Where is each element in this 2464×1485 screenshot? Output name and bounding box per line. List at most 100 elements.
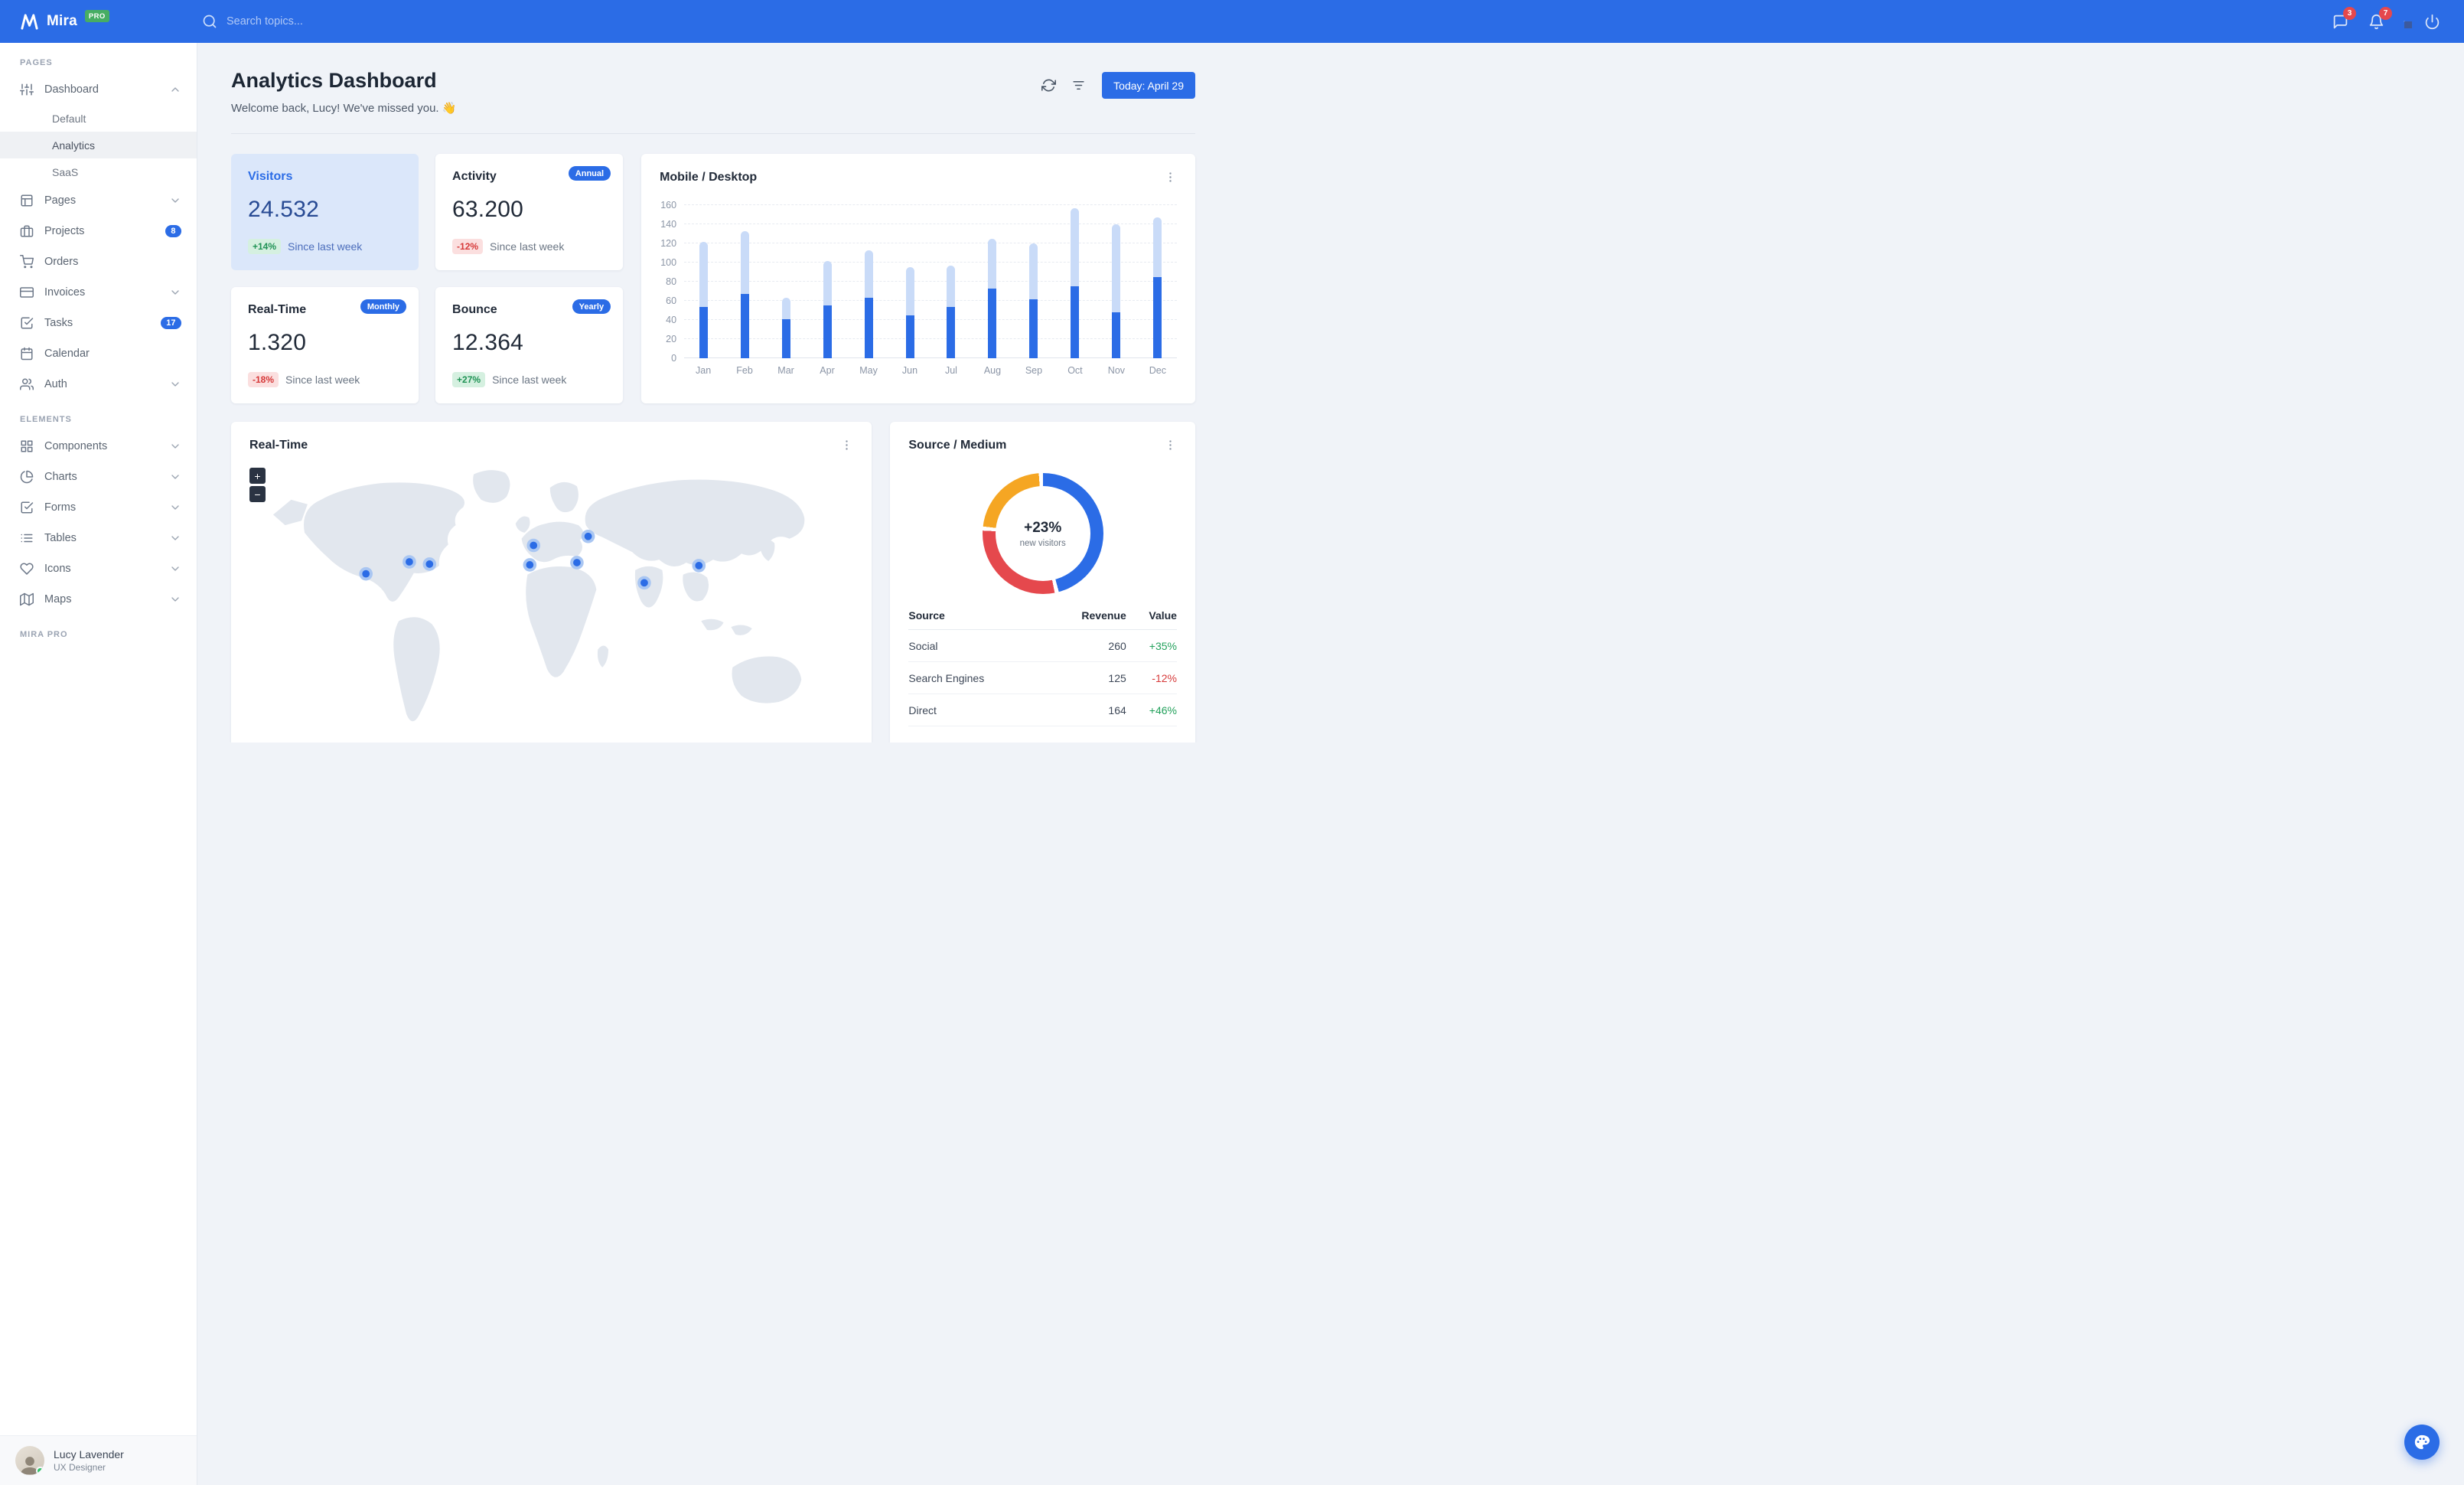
sidebar-item-dashboard[interactable]: Dashboard: [0, 74, 197, 105]
sidebar-item-icons[interactable]: Icons: [0, 553, 197, 584]
date-range-button[interactable]: Today: April 29: [1102, 72, 1195, 99]
cell-value: -12%: [1126, 661, 1177, 694]
map-marker[interactable]: [570, 556, 584, 570]
stat-title: Bounce: [452, 303, 497, 316]
bar-dec[interactable]: [1153, 217, 1162, 358]
table-header-source: Source: [908, 602, 1046, 630]
sidebar-item-calendar[interactable]: Calendar: [0, 338, 197, 369]
bar-jan[interactable]: [699, 241, 708, 358]
kebab-icon: [1169, 172, 1172, 182]
bar-mar[interactable]: [781, 298, 790, 358]
sidebar-section-pages: Pages: [20, 58, 53, 67]
sidebar-subitem-analytics[interactable]: Analytics: [0, 132, 197, 158]
notifications-count-badge: 7: [2379, 6, 2392, 20]
user-name: Lucy Lavender: [54, 1448, 124, 1461]
y-tick-label: 60: [666, 295, 677, 306]
header-actions: Today: April 29: [1036, 72, 1195, 99]
shopping-cart-icon: [20, 255, 34, 269]
filter-button[interactable]: [1066, 73, 1091, 98]
sidebar-item-tables[interactable]: Tables: [0, 523, 197, 553]
sidebar-subitem-saas[interactable]: SaaS: [0, 158, 197, 185]
stat-value: 63.200: [452, 197, 523, 222]
period-pill[interactable]: Yearly: [572, 299, 611, 314]
table-row[interactable]: Search Engines 125 -12%: [908, 661, 1177, 694]
sidebar-item-projects[interactable]: Projects 8: [0, 216, 197, 246]
sidebar-item-pages[interactable]: Pages: [0, 185, 197, 216]
x-tick-label: Sep: [1025, 365, 1043, 376]
sidebar-item-label: Projects: [44, 225, 85, 237]
mobile-segment: [1029, 299, 1038, 358]
x-tick-label: Jun: [901, 365, 918, 376]
map-marker[interactable]: [403, 555, 416, 569]
sign-out-button[interactable]: [2417, 7, 2447, 37]
map-marker[interactable]: [359, 566, 373, 581]
bar-oct[interactable]: [1071, 207, 1080, 358]
map-marker[interactable]: [523, 558, 537, 572]
sidebar-item-components[interactable]: Components: [0, 431, 197, 462]
world-map[interactable]: [231, 461, 872, 730]
donut-center-caption: new visitors: [1019, 538, 1066, 548]
chevron-down-icon: [171, 382, 179, 387]
palette-icon: [2414, 1434, 2430, 1450]
sidebar-item-invoices[interactable]: Invoices: [0, 277, 197, 308]
stat-caption: Since last week: [285, 374, 360, 386]
theme-settings-fab[interactable]: [2404, 1425, 2440, 1460]
period-pill[interactable]: Annual: [568, 166, 611, 181]
language-button[interactable]: [2397, 15, 2411, 28]
refresh-button[interactable]: [1036, 73, 1061, 98]
refresh-icon: [1041, 79, 1057, 92]
chevron-down-icon: [171, 198, 179, 203]
bar-feb[interactable]: [740, 230, 749, 358]
chevron-down-icon: [171, 536, 179, 540]
more-options-button[interactable]: [1162, 169, 1178, 185]
map-marker[interactable]: [637, 576, 651, 590]
bar-aug[interactable]: [988, 238, 997, 358]
calendar-icon: [21, 347, 33, 361]
sidebar-item-charts[interactable]: Charts: [0, 462, 197, 492]
map-marker[interactable]: [422, 557, 437, 571]
map-marker[interactable]: [581, 529, 595, 543]
sidebar-user[interactable]: Lucy Lavender UX Designer: [0, 1435, 197, 1485]
period-pill[interactable]: Monthly: [360, 299, 407, 314]
mobile-segment: [1153, 276, 1162, 358]
desktop-segment: [823, 260, 832, 306]
desktop-segment: [1153, 217, 1162, 277]
table-row[interactable]: Social 260 +35%: [908, 629, 1177, 662]
bar-jun[interactable]: [905, 267, 914, 358]
sidebar-item-auth[interactable]: Auth: [0, 369, 197, 400]
sidebar-item-tasks[interactable]: Tasks 17: [0, 308, 197, 338]
page-title: Analytics Dashboard: [231, 69, 437, 92]
cell-source: Social: [908, 629, 1046, 662]
notifications-button[interactable]: 7: [2361, 6, 2392, 37]
sidebar-item-maps[interactable]: Maps: [0, 584, 197, 615]
chevron-down-icon: [171, 444, 179, 449]
brand[interactable]: Mira PRO: [0, 10, 178, 31]
zoom-in-button[interactable]: +: [249, 468, 266, 484]
bar-sep[interactable]: [1029, 243, 1038, 358]
y-tick-label: 80: [666, 276, 677, 287]
x-tick-label: Mar: [777, 365, 794, 376]
sidebar-item-orders[interactable]: Orders: [0, 246, 197, 277]
map-marker[interactable]: [526, 538, 541, 553]
sidebar-item-label: Forms: [44, 501, 77, 514]
source-table: Source Revenue Value Social 260 +35% Search…: [908, 602, 1177, 726]
bar-nov[interactable]: [1112, 224, 1121, 358]
sidebar: Pages Dashboard Default Analytics SaaS P…: [0, 43, 197, 1485]
sidebar-item-forms[interactable]: Forms: [0, 492, 197, 523]
mobile-segment: [823, 305, 832, 358]
bar-may[interactable]: [864, 250, 873, 358]
messages-button[interactable]: 3: [2325, 6, 2356, 37]
search-input[interactable]: [227, 15, 403, 28]
bar-jul[interactable]: [947, 265, 956, 358]
mobile-segment: [947, 306, 956, 358]
more-options-button[interactable]: [1162, 437, 1178, 453]
sidebar-subitem-default[interactable]: Default: [0, 105, 197, 132]
more-options-button[interactable]: [839, 437, 855, 453]
map-marker[interactable]: [692, 559, 706, 573]
bar-apr[interactable]: [823, 260, 832, 358]
sidebar-item-label: Maps: [44, 593, 72, 605]
table-row[interactable]: Direct 164 +46%: [908, 694, 1177, 726]
list-icon: [21, 534, 33, 543]
mobile-segment: [864, 298, 873, 358]
zoom-out-button[interactable]: −: [249, 486, 266, 502]
